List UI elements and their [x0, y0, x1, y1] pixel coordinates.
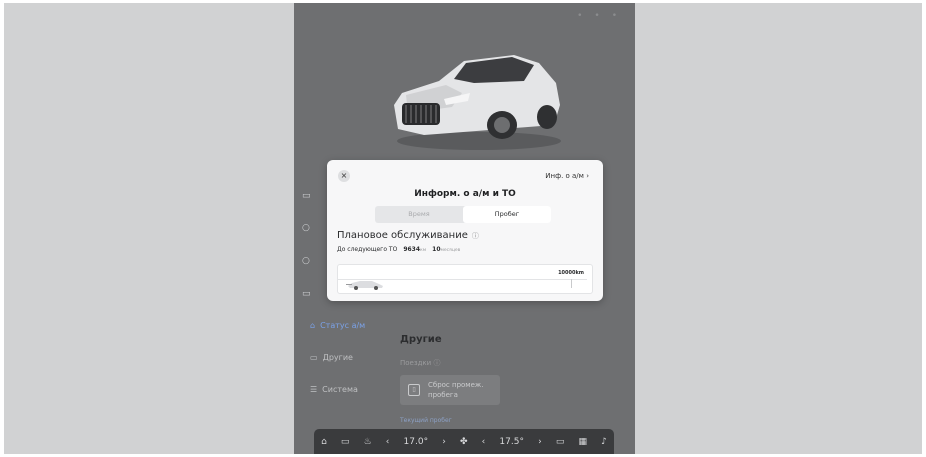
section-title: Другие [400, 334, 442, 345]
bottom-bar: ⌂ ▭ ♨ ‹ 17.0° › ✤ ‹ 17.5° › ▭ ▦ ♪ [314, 429, 614, 454]
settings-sliders-icon: ☰ [310, 385, 318, 394]
defrost-icon[interactable]: ♨ [364, 437, 372, 447]
apps-grid-icon[interactable]: ▦ [579, 437, 588, 447]
car-icon[interactable]: ▭ [341, 437, 350, 447]
chevron-right-icon: › [586, 172, 589, 180]
sidebar-item-label: Другие [322, 353, 353, 362]
info-icon[interactable]: ⓘ [472, 231, 479, 241]
months-unit: месяцев [440, 248, 461, 253]
sidebar-item-label: Система [322, 385, 358, 394]
sidebar-item-label: Статус а/м [320, 321, 366, 330]
progress-car-icon [346, 281, 383, 290]
maintenance-title: Плановое обслуживание ⓘ [337, 230, 479, 241]
next-service-months: 10 [432, 246, 441, 253]
next-service-km: 9634 [403, 246, 421, 253]
home-icon[interactable]: ⌂ [321, 437, 327, 447]
close-icon: × [340, 171, 348, 180]
sidebar-glyph-4: ▭ [302, 289, 311, 299]
trips-text: Поездки [400, 359, 432, 367]
car-status-icon: ⌂ [310, 321, 316, 330]
temp-right-decrease[interactable]: ‹ [482, 437, 486, 447]
temp-right-value: 17.5° [499, 436, 524, 447]
music-icon[interactable]: ♪ [601, 437, 607, 447]
progress-end-label: 10000km [558, 270, 584, 276]
next-service-label: До следующего ТО [337, 246, 398, 253]
maintenance-title-text: Плановое обслуживание [337, 230, 468, 241]
status-icon-3: • [611, 11, 617, 21]
current-mileage-label: Текущий пробег [400, 417, 452, 424]
sidebar-item-system[interactable]: ☰ Система [310, 385, 358, 394]
next-service-info: До следующего ТО 9634км 10месяцев [337, 246, 460, 253]
status-icon-1: • [577, 11, 583, 21]
sidebar-item-car-status[interactable]: ⌂ Статус а/м [310, 321, 365, 330]
car-image [394, 55, 561, 150]
fan-icon[interactable]: ✤ [460, 437, 468, 447]
status-icon-2: • [594, 11, 600, 21]
status-icons: • • • [577, 11, 617, 21]
close-button[interactable]: × [338, 170, 350, 182]
segmented-control: Время Пробег [375, 206, 551, 223]
reset-trip-label: Сброс промеж. пробега [428, 381, 484, 399]
vehicle-info-dialog: × Инф. о а/м › Информ. о а/м и ТО Время … [327, 160, 603, 301]
sidebar-glyph-2: ○ [302, 223, 310, 233]
vehicle-info-link-label: Инф. о а/м [545, 172, 584, 180]
temp-right-increase[interactable]: › [538, 437, 542, 447]
temp-left-value: 17.0° [403, 436, 429, 447]
maintenance-progress: 10000km [337, 264, 593, 294]
trips-label: Поездки ⓘ [400, 358, 440, 368]
tab-time[interactable]: Время [375, 206, 463, 223]
rear-defrost-icon[interactable]: ▭ [556, 437, 565, 447]
info-icon: ⓘ [433, 359, 441, 367]
progress-end-tick [571, 279, 572, 288]
km-unit: км [420, 248, 427, 253]
sidebar-glyph-3: ○ [302, 256, 310, 266]
vehicle-info-link[interactable]: Инф. о а/м › [545, 172, 589, 180]
dialog-title: Информ. о а/м и ТО [414, 189, 516, 199]
sidebar-glyph-1: ▭ [302, 191, 311, 201]
temp-left-increase[interactable]: › [442, 437, 446, 447]
sidebar-item-others[interactable]: ▭ Другие [310, 353, 353, 362]
car-icon: ▭ [310, 353, 318, 362]
temp-left-decrease[interactable]: ‹ [386, 437, 390, 447]
tab-mileage[interactable]: Пробег [463, 206, 551, 223]
reset-icon: ▯ [408, 384, 420, 396]
reset-trip-button[interactable]: ▯ Сброс промеж. пробега [400, 375, 500, 405]
